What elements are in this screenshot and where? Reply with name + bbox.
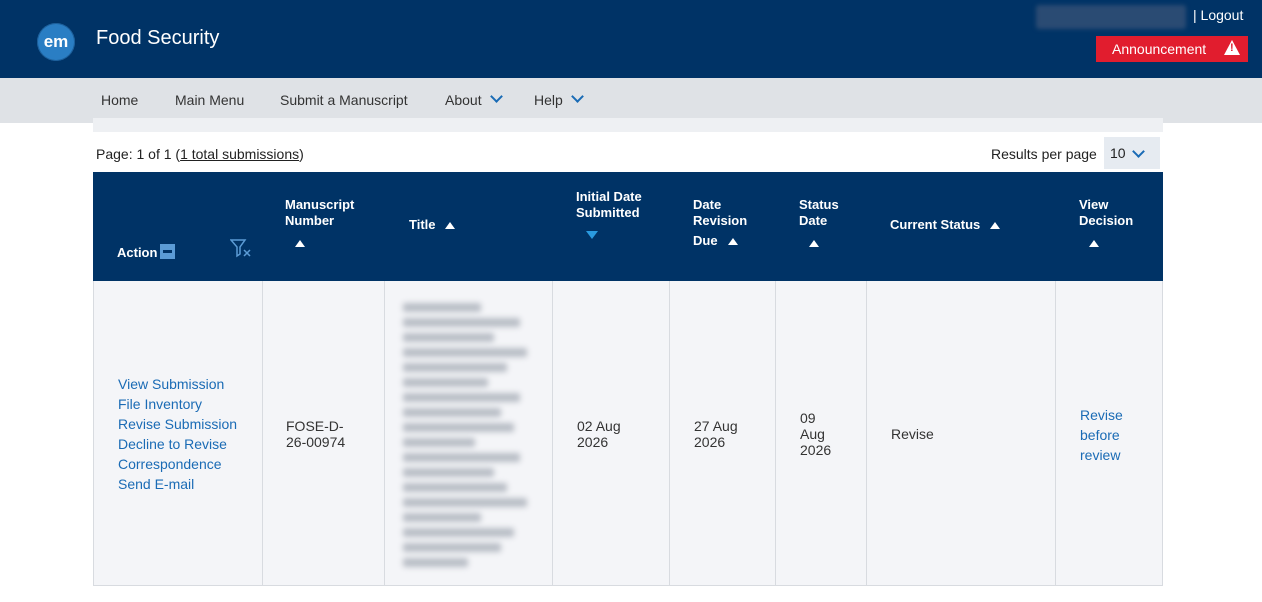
initial-date-submitted: 02 Aug 2026 [577,418,621,450]
current-status: Revise [891,426,934,442]
col-initial-date[interactable]: Initial Date Submitted [576,189,651,243]
revision-due-date: 27 Aug 2026 [694,418,738,450]
chevron-down-icon [1132,145,1145,158]
column-divider [552,281,553,586]
column-divider [1055,281,1056,586]
revise-submission-link[interactable]: Revise Submission [118,414,237,434]
sort-up-icon [989,222,1000,229]
col-view-decision[interactable]: View Decision [1079,197,1141,251]
nav-home[interactable]: Home [101,92,138,108]
logout-link[interactable]: | Logout [1193,7,1243,23]
column-divider [262,281,263,586]
col-manuscript-number-label: Manuscript Number [285,197,355,228]
col-revision-due-label: Date Revision [693,197,748,228]
send-email-link[interactable]: Send E-mail [118,474,237,494]
top-bar: em Food Security | Logout Announcement [0,0,1262,78]
title-redacted [403,297,533,574]
announcement-button[interactable]: Announcement [1096,36,1248,62]
correspondence-link[interactable]: Correspondence [118,454,237,474]
action-links: View Submission File Inventory Revise Su… [118,374,237,494]
nav-help-label: Help [534,92,563,108]
nav-about-label: About [445,92,482,108]
warning-icon [1224,40,1240,55]
announcement-label: Announcement [1112,41,1207,57]
col-revision-due[interactable]: Date Revision Due [693,197,755,249]
results-per-page-value: 10 [1110,145,1126,161]
total-submissions-link[interactable]: 1 total submissions [180,146,299,162]
manuscript-number: FOSE-D-26-00974 [286,418,346,450]
col-status-date[interactable]: Status Date [799,197,849,251]
em-logo[interactable]: em [37,23,75,61]
sort-down-icon [586,231,598,239]
nav-about[interactable]: About [445,90,503,108]
col-revision-due-label-2: Due [693,233,718,248]
col-title-label: Title [409,217,436,232]
page-suffix: ) [299,146,304,162]
col-current-status[interactable]: Current Status [890,217,1000,233]
chevron-down-icon [570,90,584,103]
sort-up-icon [445,222,456,229]
page-prefix: Page: 1 of 1 ( [96,146,181,162]
content-strip [93,118,1163,132]
col-view-decision-label: View Decision [1079,197,1134,228]
sort-up-icon [1089,240,1099,247]
app-title: Food Security [96,27,220,49]
decline-to-revise-link[interactable]: Decline to Revise [118,434,237,454]
col-manuscript-number[interactable]: Manuscript Number [285,197,375,251]
collapse-icon[interactable] [160,244,176,259]
page-info: Page: 1 of 1 (1 total submissions) [96,146,304,162]
table-row: View Submission File Inventory Revise Su… [93,281,1163,586]
sort-up-icon [727,238,738,245]
col-title[interactable]: Title [409,217,456,233]
file-inventory-link[interactable]: File Inventory [118,394,237,414]
chevron-down-icon [489,90,503,103]
column-divider [669,281,670,586]
nav-submit-manuscript[interactable]: Submit a Manuscript [280,92,408,108]
column-divider [866,281,867,586]
col-action-label: Action [117,245,158,260]
nav-help[interactable]: Help [534,90,584,108]
table-header: Action Manuscript Number Title Initial D… [93,172,1163,281]
results-per-page-select[interactable]: 10 [1104,137,1160,169]
sort-up-icon [295,240,305,247]
clear-filter-icon[interactable] [230,238,252,258]
col-initial-date-label: Initial Date Submitted [576,189,642,220]
col-current-status-label: Current Status [890,217,981,232]
results-per-page-label: Results per page [991,146,1097,162]
main-nav: Home Main Menu Submit a Manuscript About… [0,78,1262,123]
col-action: Action [117,244,176,261]
column-divider [775,281,776,586]
col-status-date-label: Status Date [799,197,839,228]
status-date: 09 Aug 2026 [800,410,832,458]
view-submission-link[interactable]: View Submission [118,374,237,394]
view-decision-link[interactable]: Revise before review [1080,405,1132,465]
column-divider [384,281,385,586]
sort-up-icon [809,240,819,247]
nav-main-menu[interactable]: Main Menu [175,92,244,108]
user-name-redacted [1036,5,1186,29]
